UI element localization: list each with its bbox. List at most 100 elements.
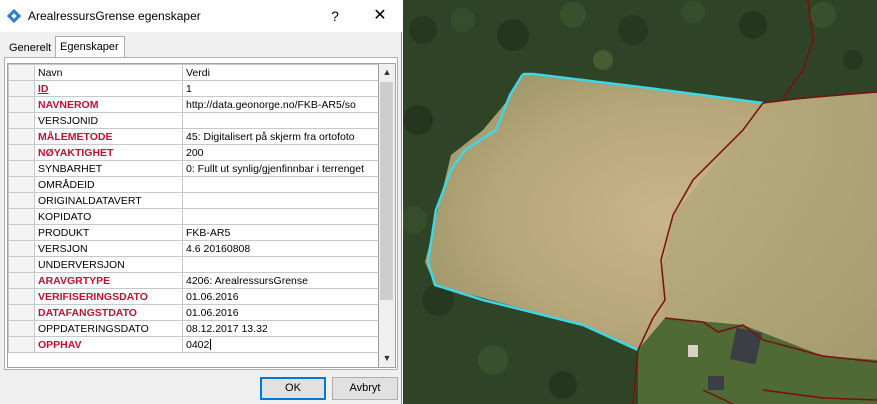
row-header-corner (8, 64, 35, 81)
grid-row[interactable]: PRODUKT FKB-AR5 (8, 224, 378, 241)
property-name[interactable]: VERIFISERINGSDATO (34, 288, 183, 305)
property-value[interactable] (182, 208, 378, 225)
row-header[interactable] (8, 80, 35, 97)
grid-row[interactable]: OPPDATERINGSDATO 08.12.2017 13.32 (8, 320, 378, 337)
property-name[interactable]: KOPIDATO (34, 208, 183, 225)
dialog-titlebar[interactable]: ArealressursGrense egenskaper ? ✕ (0, 0, 402, 32)
property-value-text: 200 (186, 146, 204, 159)
property-value-text: 0: Fullt ut synlig/gjenfinnbar i terreng… (186, 162, 365, 175)
grid-row[interactable]: MÅLEMETODE 45: Digitalisert på skjerm fra… (8, 128, 378, 145)
property-name[interactable]: OPPDATERINGSDATO (34, 320, 183, 337)
property-name[interactable]: NØYAKTIGHET (34, 144, 183, 161)
row-header[interactable] (8, 176, 35, 193)
ok-button[interactable]: OK (260, 377, 326, 400)
property-value-input[interactable]: 0402 (182, 336, 378, 353)
row-header[interactable] (8, 192, 35, 209)
grid-row[interactable]: VERSJON 4.6 20160808 (8, 240, 378, 257)
column-header-value[interactable]: Verdi (182, 64, 378, 81)
row-header[interactable] (8, 256, 35, 273)
property-value[interactable]: 200 (182, 144, 378, 161)
dialog-title: ArealressursGrense egenskaper (28, 9, 201, 23)
grid-row[interactable]: VERIFISERINGSDATO 01.06.2016 (8, 288, 378, 305)
property-value[interactable]: 01.06.2016 (182, 288, 378, 305)
property-value[interactable]: 08.12.2017 13.32 (182, 320, 378, 337)
grid-scrollbar[interactable]: ▲ ▼ (379, 63, 396, 368)
property-value-text: 01.06.2016 (186, 290, 239, 303)
property-value[interactable]: FKB-AR5 (182, 224, 378, 241)
column-header-name[interactable]: Navn (34, 64, 183, 81)
app-diamond-icon (7, 9, 21, 23)
scroll-up-arrow-icon[interactable]: ▲ (379, 64, 395, 81)
property-value[interactable]: 1 (182, 80, 378, 97)
row-header[interactable] (8, 224, 35, 241)
property-name[interactable]: ID (34, 80, 183, 97)
grid-header-row: Navn Verdi (8, 64, 378, 81)
property-value[interactable] (182, 256, 378, 273)
property-name[interactable]: PRODUKT (34, 224, 183, 241)
property-name[interactable]: MÅLEMETODE (34, 128, 183, 145)
grid-row[interactable]: OPPHAV 0402 (8, 336, 378, 353)
property-name[interactable]: VERSJONID (34, 112, 183, 129)
property-value[interactable] (182, 192, 378, 209)
property-value[interactable]: 4206: ArealressursGrense (182, 272, 378, 289)
property-name[interactable]: VERSJON (34, 240, 183, 257)
property-value-text: http://data.geonorge.no/FKB-AR5/so (186, 98, 356, 111)
row-header[interactable] (8, 240, 35, 257)
grid-row[interactable]: UNDERVERSJON (8, 256, 378, 273)
property-value-text: 1 (186, 82, 192, 95)
grid-row[interactable]: ID 1 (8, 80, 378, 97)
building (688, 345, 698, 357)
text-caret (210, 339, 212, 351)
property-value[interactable]: 45: Digitalisert på skjerm fra ortofoto (182, 128, 378, 145)
property-name[interactable]: OMRÅDEID (34, 176, 183, 193)
row-header[interactable] (8, 320, 35, 337)
row-header[interactable] (8, 160, 35, 177)
grid-row[interactable]: VERSJONID (8, 112, 378, 129)
scroll-thumb[interactable] (380, 82, 393, 300)
row-header[interactable] (8, 96, 35, 113)
property-value-text: 0402 (186, 338, 210, 351)
grid-row[interactable]: OMRÅDEID (8, 176, 378, 193)
property-value[interactable] (182, 112, 378, 129)
property-value[interactable]: 4.6 20160808 (182, 240, 378, 257)
properties-grid[interactable]: Navn Verdi ID 1 NAVNEROM http://data.geonor… (7, 63, 379, 368)
property-name[interactable]: SYNBARHET (34, 160, 183, 177)
row-header[interactable] (8, 272, 35, 289)
row-header[interactable] (8, 112, 35, 129)
property-value-text: 4.6 20160808 (186, 242, 251, 255)
grid-row[interactable]: ORIGINALDATAVERT (8, 192, 378, 209)
grid-row[interactable]: ARAVGRTYPE 4206: ArealressursGrense (8, 272, 378, 289)
grid-row[interactable]: DATAFANGSTDATO 01.06.2016 (8, 304, 378, 321)
property-name[interactable]: NAVNEROM (34, 96, 183, 113)
property-name[interactable]: OPPHAV (34, 336, 183, 353)
property-value[interactable]: http://data.geonorge.no/FKB-AR5/so (182, 96, 378, 113)
property-value[interactable] (182, 176, 378, 193)
row-header[interactable] (8, 304, 35, 321)
building (708, 376, 724, 390)
row-header[interactable] (8, 288, 35, 305)
property-value-text: 4206: ArealressursGrense (186, 274, 308, 287)
tab-egenskaper[interactable]: Egenskaper (55, 36, 125, 58)
grid-row[interactable]: KOPIDATO (8, 208, 378, 225)
property-value[interactable]: 0: Fullt ut synlig/gjenfinnbar i terreng… (182, 160, 378, 177)
property-name[interactable]: DATAFANGSTDATO (34, 304, 183, 321)
close-button[interactable]: ✕ (365, 4, 395, 28)
grid-row[interactable]: SYNBARHET 0: Fullt ut synlig/gjenfinnbar … (8, 160, 378, 177)
row-header[interactable] (8, 128, 35, 145)
row-header[interactable] (8, 208, 35, 225)
row-header[interactable] (8, 144, 35, 161)
help-button[interactable]: ? (322, 4, 348, 28)
property-name[interactable]: ARAVGRTYPE (34, 272, 183, 289)
properties-dialog: ArealressursGrense egenskaper ? ✕ Genere… (0, 0, 402, 404)
property-value-text: 45: Digitalisert på skjerm fra ortofoto (186, 130, 355, 143)
cancel-button[interactable]: Avbryt (332, 377, 398, 400)
property-value[interactable]: 01.06.2016 (182, 304, 378, 321)
property-name[interactable]: ORIGINALDATAVERT (34, 192, 183, 209)
grid-row[interactable]: NAVNEROM http://data.geonorge.no/FKB-AR5/… (8, 96, 378, 113)
map-canvas[interactable] (403, 0, 877, 404)
row-header[interactable] (8, 336, 35, 353)
property-name[interactable]: UNDERVERSJON (34, 256, 183, 273)
scroll-down-arrow-icon[interactable]: ▼ (379, 350, 395, 367)
grid-row[interactable]: NØYAKTIGHET 200 (8, 144, 378, 161)
tab-generelt[interactable]: Generelt (4, 38, 54, 57)
